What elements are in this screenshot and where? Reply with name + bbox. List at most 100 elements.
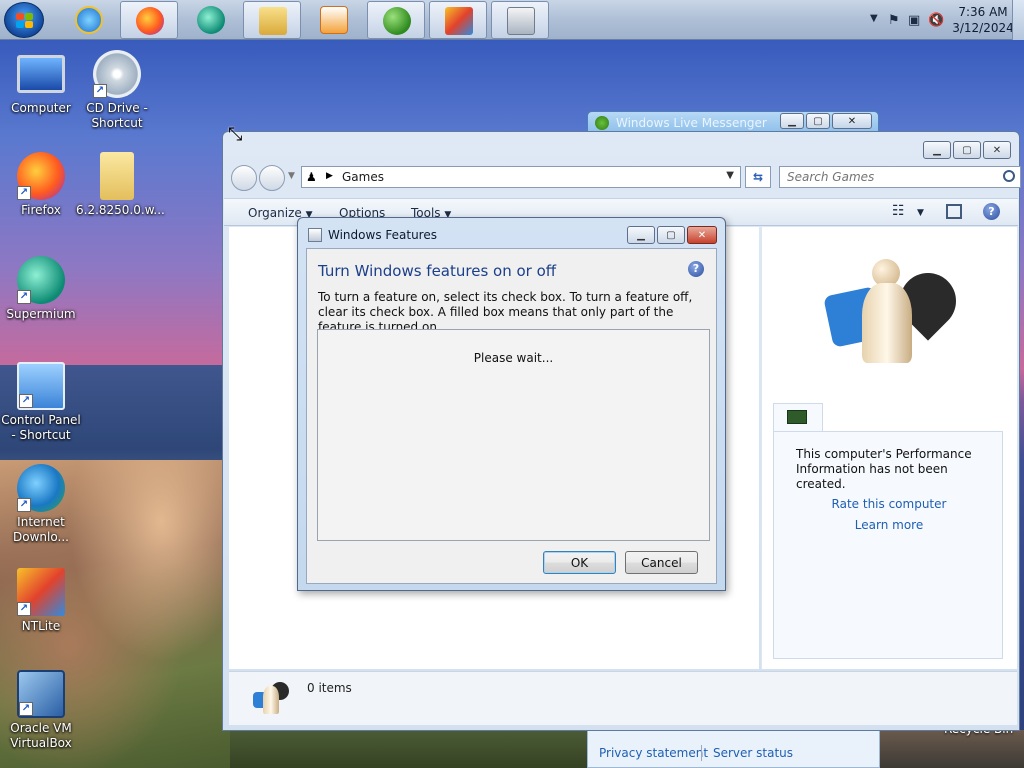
learn-more-link[interactable]: Learn more xyxy=(774,518,1004,532)
firefox-icon xyxy=(136,7,164,35)
preview-pane: This computer's Performance Information … xyxy=(761,227,1017,669)
server-status-link[interactable]: Server status xyxy=(713,746,793,760)
wallpaper-grass xyxy=(230,730,590,768)
taskbar-file-explorer[interactable] xyxy=(243,1,301,39)
desktop-icon-label: Oracle VM VirtualBox xyxy=(10,721,72,750)
desktop-icon-label: Internet Downlo... xyxy=(13,515,69,544)
privacy-statement-link[interactable]: Privacy statement xyxy=(599,746,708,760)
firefox-icon: ↗ xyxy=(17,152,65,200)
desktop-icon-supermium[interactable]: ↗ Supermium xyxy=(0,256,82,322)
messenger-footer: Privacy statement Server status xyxy=(587,730,880,768)
supermium-icon: ↗ xyxy=(17,256,65,304)
windows-features-dialog: Windows Features ▁ ▢ ✕ Turn Windows feat… xyxy=(297,217,726,591)
rate-computer-link[interactable]: Rate this computer xyxy=(774,497,1004,511)
volume-muted-icon[interactable]: 🔇 xyxy=(928,13,944,28)
internet-explorer-icon xyxy=(75,6,103,34)
desktop-icon-cd-drive[interactable]: ↗ CD Drive - Shortcut xyxy=(76,50,158,131)
minimize-button[interactable]: ▁ xyxy=(923,141,951,159)
taskbar-supermium[interactable] xyxy=(182,1,240,39)
desktop-icon-ntlite[interactable]: ↗ NTLite xyxy=(0,568,82,634)
forward-button[interactable] xyxy=(259,165,285,191)
performance-panel: This computer's Performance Information … xyxy=(773,431,1003,659)
desktop-icon-label: NTLite xyxy=(21,619,61,633)
ok-button[interactable]: OK xyxy=(543,551,616,574)
resize-cursor-icon: ⤡ xyxy=(228,124,243,145)
clock[interactable]: 7:36 AM 3/12/2024 xyxy=(948,4,1018,36)
desktop-icon-label: Firefox xyxy=(21,203,61,217)
performance-message: This computer's Performance Information … xyxy=(796,447,972,491)
desktop-icon-label: Control Panel - Shortcut xyxy=(1,413,81,442)
desktop-icon-label: Supermium xyxy=(6,307,76,321)
views-dropdown-icon[interactable]: ▼ xyxy=(917,208,924,218)
taskbar-media-player[interactable] xyxy=(305,1,363,39)
action-center-flag-icon[interactable]: ⚑ xyxy=(888,13,900,28)
maximize-button[interactable]: ▢ xyxy=(806,113,830,129)
network-icon[interactable]: ▣ xyxy=(908,13,920,28)
back-button[interactable] xyxy=(231,165,257,191)
games-folder-icon: ♟ xyxy=(306,170,317,184)
loading-message: Please wait... xyxy=(473,351,554,365)
maximize-button[interactable]: ▢ xyxy=(657,226,685,244)
refresh-button[interactable]: ⇆ xyxy=(745,166,771,188)
search-icon[interactable] xyxy=(1003,170,1015,182)
messenger-icon xyxy=(383,7,411,35)
desktop-icon-firefox[interactable]: ↗ Firefox xyxy=(0,152,82,218)
ntlite-icon: ↗ xyxy=(17,568,65,616)
games-small-icon xyxy=(251,678,291,718)
windows-features-icon xyxy=(308,228,322,242)
desktop-icon-control-panel[interactable]: ↗ Control Panel - Shortcut xyxy=(0,362,82,443)
cancel-button[interactable]: Cancel xyxy=(625,551,698,574)
desktop-icon-idm[interactable]: ↗ Internet Downlo... xyxy=(0,464,82,545)
performance-tab[interactable] xyxy=(773,403,823,432)
taskbar-internet-explorer[interactable] xyxy=(60,1,118,39)
file-explorer-icon xyxy=(259,7,287,35)
computer-icon xyxy=(17,55,65,93)
preview-pane-icon[interactable] xyxy=(946,204,962,219)
desktop-icon-computer[interactable]: Computer xyxy=(0,50,82,116)
search-input[interactable] xyxy=(780,167,995,187)
system-tray: ▼ ⚑ ▣ 🔇 7:36 AM 3/12/2024 xyxy=(844,0,1024,40)
breadcrumb-arrow-icon[interactable]: ▶ xyxy=(326,171,333,181)
item-count: 0 items xyxy=(307,681,352,695)
taskbar-ntlite[interactable] xyxy=(429,1,487,39)
messenger-icon xyxy=(595,116,609,130)
media-player-icon xyxy=(320,6,348,34)
clock-time: 7:36 AM xyxy=(958,5,1008,19)
show-desktop-button[interactable] xyxy=(1012,0,1024,40)
close-button[interactable]: ✕ xyxy=(832,113,872,129)
close-button[interactable]: ✕ xyxy=(687,226,717,244)
search-box[interactable] xyxy=(779,166,1021,188)
messenger-title: Windows Live Messenger xyxy=(616,116,767,130)
taskbar-messenger[interactable] xyxy=(367,1,425,39)
virtualbox-icon: ↗ xyxy=(17,670,65,718)
taskbar-installer[interactable] xyxy=(491,1,549,39)
recent-pages-icon[interactable]: ▼ xyxy=(288,171,295,181)
cd-drive-icon: ↗ xyxy=(93,50,141,98)
minimize-button[interactable]: ▁ xyxy=(627,226,655,244)
minimize-button[interactable]: ▁ xyxy=(780,113,804,129)
desktop-icon-label: 6.2.8250.0.w... xyxy=(76,203,165,217)
start-button[interactable] xyxy=(4,2,44,38)
dialog-body: Turn Windows features on or off ? To tur… xyxy=(306,248,717,584)
performance-icon xyxy=(787,410,807,424)
help-icon[interactable]: ? xyxy=(983,203,1000,220)
supermium-icon xyxy=(197,6,225,34)
desktop-icon-folder[interactable]: 6.2.8250.0.w... xyxy=(76,152,165,218)
desktop-icon-virtualbox[interactable]: ↗ Oracle VM VirtualBox xyxy=(0,670,82,751)
features-list[interactable]: Please wait... xyxy=(317,329,710,541)
views-icon[interactable]: ☷ xyxy=(892,203,905,219)
taskbar-firefox[interactable] xyxy=(120,1,178,39)
address-dropdown-icon[interactable]: ▼ xyxy=(726,170,734,181)
messenger-window-titlebar[interactable]: Windows Live Messenger ▁ ▢ ✕ xyxy=(587,111,879,133)
help-icon[interactable]: ? xyxy=(688,261,704,277)
clock-date: 3/12/2024 xyxy=(952,21,1014,35)
tray-expand-icon[interactable]: ▼ xyxy=(870,13,878,24)
dialog-heading: Turn Windows features on or off xyxy=(318,262,557,280)
download-manager-icon: ↗ xyxy=(17,464,65,512)
close-button[interactable]: ✕ xyxy=(983,141,1011,159)
footer-divider xyxy=(701,745,702,761)
control-panel-icon: ↗ xyxy=(17,362,65,410)
maximize-button[interactable]: ▢ xyxy=(953,141,981,159)
games-logo-icon xyxy=(818,247,978,377)
address-bar[interactable]: ♟ ▶ Games ▼ xyxy=(301,166,741,188)
